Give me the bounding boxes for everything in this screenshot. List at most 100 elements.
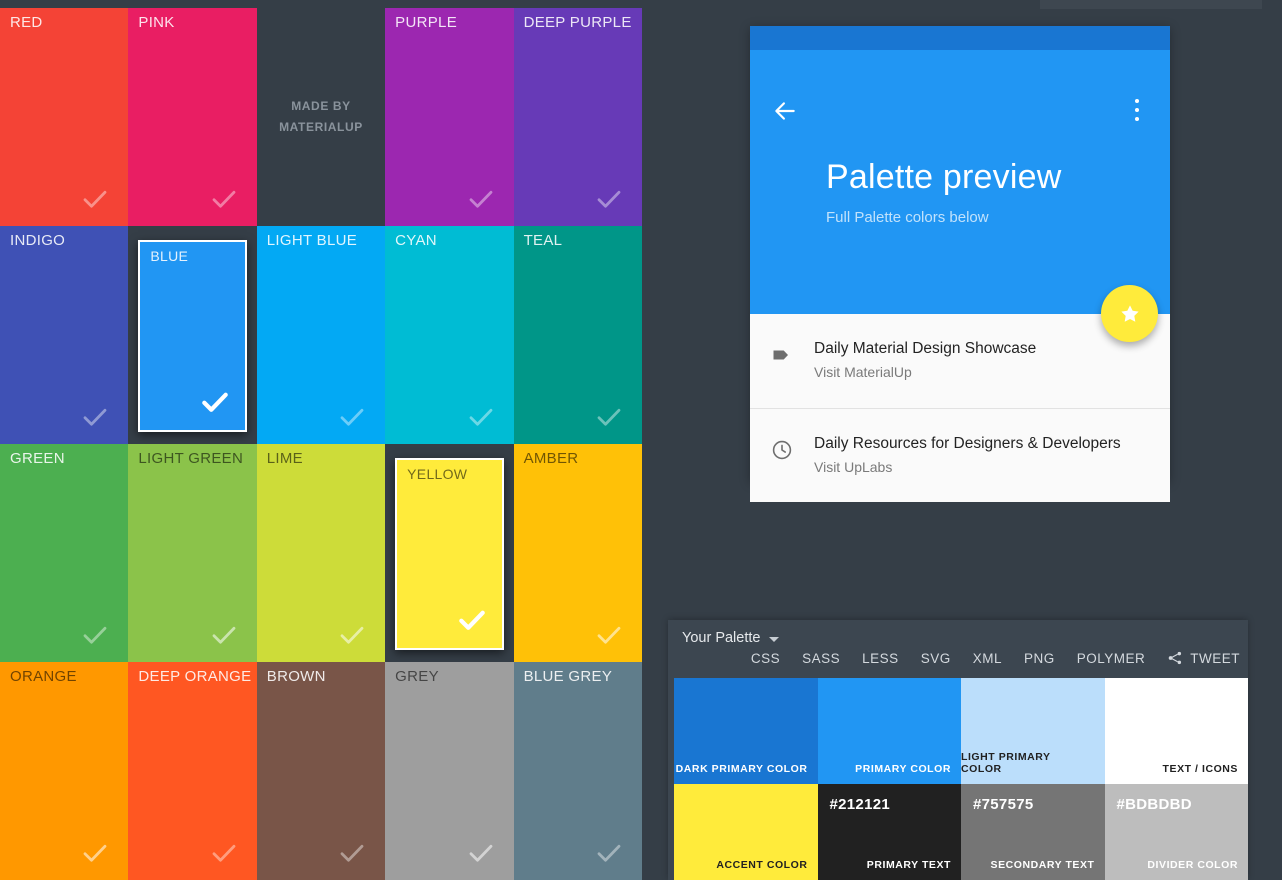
preview-list: Daily Material Design Showcase Visit Mate… bbox=[750, 314, 1170, 502]
star-icon bbox=[1120, 304, 1139, 322]
palette-cell-label: LIGHT PRIMARY COLOR bbox=[961, 751, 1051, 775]
branding-tile: MADE BY MATERIALUP bbox=[256, 8, 386, 226]
swatch-indigo[interactable]: INDIGO bbox=[0, 226, 129, 444]
palette-cell-light-primary-color[interactable]: LIGHT PRIMARY COLOR bbox=[961, 678, 1105, 784]
export-link-svg[interactable]: SVG bbox=[921, 651, 951, 666]
preview-list-item-subtitle: Visit UpLabs bbox=[814, 459, 893, 475]
preview-list-item-text: Daily Resources for Designers & Develope… bbox=[814, 433, 1121, 478]
swatch-fill bbox=[128, 8, 257, 226]
chevron-down-icon bbox=[769, 636, 780, 642]
preview-list-item-title: Daily Material Design Showcase bbox=[814, 340, 1037, 357]
preview-title: Palette preview bbox=[826, 158, 1062, 196]
palette-color-cells: DARK PRIMARY COLOR PRIMARY COLOR LIGHT PRI… bbox=[674, 678, 1248, 880]
color-swatch-grid: RED PINK MADE BY MATERIALUP PURPLE DEEP PURPL… bbox=[0, 8, 642, 880]
export-link-png[interactable]: PNG bbox=[1024, 651, 1055, 666]
palette-cell-label: PRIMARY TEXT bbox=[866, 859, 951, 871]
palette-cell-secondary-text[interactable]: #757575 SECONDARY TEXT bbox=[961, 784, 1105, 880]
palette-cell-hex: #757575 bbox=[973, 796, 1034, 813]
export-link-less[interactable]: LESS bbox=[862, 651, 899, 666]
swatch-brown[interactable]: BROWN bbox=[256, 662, 386, 880]
swatch-light-green[interactable]: LIGHT GREEN bbox=[128, 444, 257, 662]
branding-line-2: MATERIALUP bbox=[279, 120, 363, 134]
swatch-light-blue[interactable]: LIGHT BLUE bbox=[256, 226, 386, 444]
swatch-fill bbox=[256, 226, 386, 444]
swatch-deep-orange[interactable]: DEEP ORANGE bbox=[128, 662, 257, 880]
swatch-deep-purple[interactable]: DEEP PURPLE bbox=[513, 8, 642, 226]
tag-icon bbox=[770, 338, 814, 367]
swatch-blue-grey[interactable]: BLUE GREY bbox=[513, 662, 642, 880]
preview-app-bar: Palette preview Full Palette colors belo… bbox=[750, 50, 1170, 342]
swatch-red[interactable]: RED bbox=[0, 8, 129, 226]
swatch-amber[interactable]: AMBER bbox=[513, 444, 642, 662]
palette-cell-label: DARK PRIMARY COLOR bbox=[675, 763, 808, 775]
back-arrow-icon[interactable] bbox=[772, 98, 798, 124]
menu-dot bbox=[1135, 117, 1139, 121]
menu-dot bbox=[1135, 99, 1139, 103]
palette-cell-label: ACCENT COLOR bbox=[716, 859, 808, 871]
swatch-fill bbox=[385, 226, 514, 444]
floating-action-button[interactable] bbox=[1101, 285, 1158, 342]
swatch-fill bbox=[256, 444, 386, 662]
swatch-purple[interactable]: PURPLE bbox=[385, 8, 514, 226]
swatch-blue[interactable]: BLUE bbox=[128, 226, 257, 444]
swatch-green[interactable]: GREEN bbox=[0, 444, 129, 662]
swatch-fill bbox=[138, 240, 247, 432]
tweet-button[interactable]: TWEET bbox=[1167, 650, 1240, 666]
preview-list-item-title: Daily Resources for Designers & Develope… bbox=[814, 435, 1121, 452]
export-link-xml[interactable]: XML bbox=[973, 651, 1002, 666]
palette-cell-divider-color[interactable]: #BDBDBD DIVIDER COLOR bbox=[1104, 784, 1248, 880]
palette-cell-hex: #BDBDBD bbox=[1116, 796, 1192, 813]
clock-icon bbox=[770, 433, 814, 462]
swatch-yellow[interactable]: YELLOW bbox=[385, 444, 514, 662]
swatch-fill bbox=[513, 226, 642, 444]
swatch-fill bbox=[513, 662, 642, 880]
swatch-fill bbox=[513, 8, 642, 226]
preview-list-item-subtitle: Visit MaterialUp bbox=[814, 364, 912, 380]
palette-cell-text-icons[interactable]: TEXT / ICONS bbox=[1104, 678, 1248, 784]
your-palette-label: Your Palette bbox=[682, 630, 761, 646]
swatch-fill bbox=[0, 8, 129, 226]
export-format-links: CSS SASS LESS SVG XML PNG POLYMER TWEET bbox=[751, 650, 1240, 666]
palette-cell-accent-color[interactable]: ACCENT COLOR bbox=[674, 784, 818, 880]
swatch-fill bbox=[0, 444, 129, 662]
preview-status-bar bbox=[750, 26, 1170, 50]
palette-preview-card: Palette preview Full Palette colors belo… bbox=[750, 26, 1170, 502]
preview-subtitle: Full Palette colors below bbox=[826, 209, 989, 226]
preview-list-item-text: Daily Material Design Showcase Visit Mate… bbox=[814, 338, 1036, 383]
your-palette-panel: Your Palette CSS SASS LESS SVG XML PNG POLYMER… bbox=[668, 620, 1248, 880]
swatch-fill bbox=[128, 662, 257, 880]
branding-line-1: MADE BY bbox=[291, 99, 351, 113]
export-link-polymer[interactable]: POLYMER bbox=[1077, 651, 1146, 666]
export-link-sass[interactable]: SASS bbox=[802, 651, 840, 666]
swatch-lime[interactable]: LIME bbox=[256, 444, 386, 662]
branding-text: MADE BY MATERIALUP bbox=[279, 96, 363, 138]
palette-cell-dark-primary-color[interactable]: DARK PRIMARY COLOR bbox=[674, 678, 818, 784]
swatch-fill bbox=[256, 662, 386, 880]
palette-cell-primary-text[interactable]: #212121 PRIMARY TEXT bbox=[817, 784, 961, 880]
palette-cell-label: SECONDARY TEXT bbox=[990, 859, 1095, 871]
swatch-fill bbox=[128, 444, 257, 662]
palette-cell-hex: #212121 bbox=[829, 796, 890, 813]
preview-list-item[interactable]: Daily Resources for Designers & Develope… bbox=[750, 408, 1170, 502]
swatch-grey[interactable]: GREY bbox=[385, 662, 514, 880]
menu-dot bbox=[1135, 108, 1139, 112]
palette-cell-label: PRIMARY COLOR bbox=[855, 763, 951, 775]
swatch-fill bbox=[385, 8, 514, 226]
palette-panel-toolbar: Your Palette CSS SASS LESS SVG XML PNG POLYMER… bbox=[668, 620, 1248, 678]
swatch-fill bbox=[385, 662, 514, 880]
top-scrolled-strip bbox=[1040, 0, 1262, 9]
swatch-pink[interactable]: PINK bbox=[128, 8, 257, 226]
overflow-menu-icon[interactable] bbox=[1126, 96, 1148, 124]
swatch-fill bbox=[0, 226, 129, 444]
swatch-fill bbox=[513, 444, 642, 662]
swatch-fill bbox=[0, 662, 129, 880]
palette-cell-primary-color[interactable]: PRIMARY COLOR bbox=[817, 678, 961, 784]
swatch-teal[interactable]: TEAL bbox=[513, 226, 642, 444]
swatch-orange[interactable]: ORANGE bbox=[0, 662, 129, 880]
swatch-cyan[interactable]: CYAN bbox=[385, 226, 514, 444]
tweet-label: TWEET bbox=[1190, 650, 1240, 666]
export-link-css[interactable]: CSS bbox=[751, 651, 780, 666]
your-palette-dropdown[interactable]: Your Palette bbox=[682, 630, 780, 646]
palette-cell-label: DIVIDER COLOR bbox=[1147, 859, 1238, 871]
share-icon bbox=[1167, 650, 1183, 666]
